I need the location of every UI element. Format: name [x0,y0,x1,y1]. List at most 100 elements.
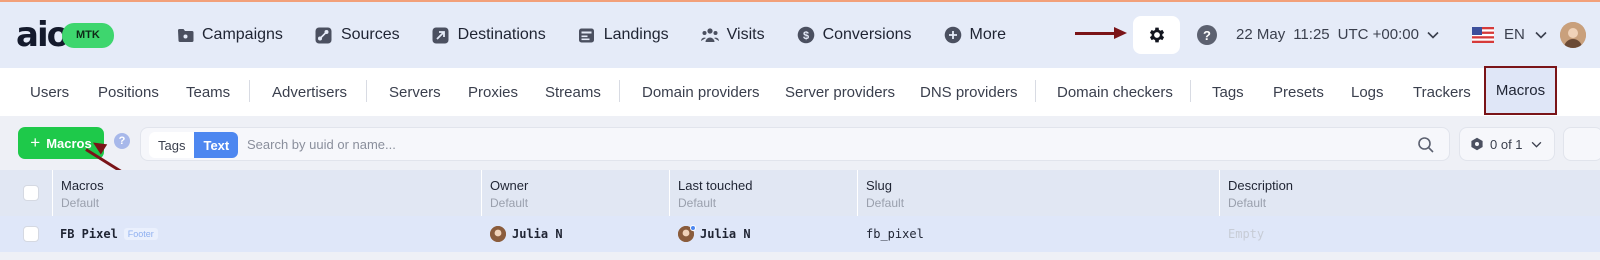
tab-trackers[interactable]: Trackers [1413,68,1471,116]
column-header-last-touched[interactable]: Last touched Default [669,170,857,216]
tab-server-providers[interactable]: Server providers [785,68,895,116]
list-toolbar: + Macros ? Tags Text 0 of 1 [0,116,1600,170]
gear-icon [1149,27,1164,43]
nav-landings[interactable]: Landings [578,26,669,44]
pagination-selector[interactable]: 0 of 1 [1459,127,1555,161]
settings-button[interactable] [1133,16,1180,54]
tab-tags[interactable]: Tags [1212,68,1244,116]
search-icon[interactable] [1417,136,1435,154]
column-subtitle: Default [490,196,529,210]
tab-positions[interactable]: Positions [98,68,159,116]
add-button-label: Macros [46,135,92,151]
column-header-description[interactable]: Description Default [1219,170,1600,216]
chevron-down-icon [1535,31,1547,39]
hexagon-icon [1471,137,1483,151]
search-input[interactable] [247,134,1397,154]
column-header-owner[interactable]: Owner Default [481,170,669,216]
tab-presets[interactable]: Presets [1273,68,1324,116]
tab-divider [1190,80,1191,102]
column-title: Description [1228,178,1294,193]
arrow-out-icon [432,26,450,44]
plus-icon: + [30,133,41,152]
macro-name: FB Pixel [60,227,118,241]
user-avatar [678,225,696,242]
tab-servers[interactable]: Servers [389,68,441,116]
column-subtitle: Default [61,196,100,210]
clock-timezone: UTC +00:00 [1337,26,1419,43]
nav-sources[interactable]: Sources [315,26,400,44]
plus-circle-icon [944,26,962,44]
column-header-macros[interactable]: Macros Default [52,170,480,216]
column-title: Slug [866,178,893,193]
tab-proxies[interactable]: Proxies [468,68,518,116]
last-touched-name: Julia N [700,227,751,241]
main-nav: Campaigns Sources Destinations Landings … [176,22,1038,48]
user-avatar [490,226,506,242]
cell-macro-name[interactable]: FB Pixel Footer [60,216,158,252]
nav-campaigns[interactable]: Campaigns [176,26,283,44]
tab-domain-checkers[interactable]: Domain checkers [1057,68,1173,116]
clock-time: 11:25 [1293,26,1330,43]
logo-wordmark: aio [16,15,70,55]
landing-icon [578,26,596,44]
search-mode-tags[interactable]: Tags [149,132,194,158]
annotation-arrow-line [1075,32,1117,35]
nav-label: Destinations [457,26,546,43]
nav-label: Sources [340,26,400,43]
select-all-checkbox[interactable] [23,185,39,201]
search-mode-text[interactable]: Text [194,132,239,158]
tab-dns-providers[interactable]: DNS providers [920,68,1018,116]
tab-divider [366,80,367,102]
tab-logs[interactable]: Logs [1351,68,1384,116]
search-bar: Tags Text [140,127,1450,161]
column-title: Last touched [678,178,753,193]
logo-badge: MTK [61,22,114,48]
nav-conversions[interactable]: $ Conversions [797,26,912,44]
language-selector[interactable]: EN [1472,26,1547,43]
cell-slug: fb_pixel [866,227,924,241]
column-subtitle: Default [866,196,905,210]
help-button[interactable]: ? [1197,25,1217,45]
top-navigation-bar: aio MTK Campaigns Sources Destinations L… [0,0,1600,68]
tab-users[interactable]: Users [30,68,69,116]
chevron-down-icon [1427,31,1439,39]
tab-macros[interactable]: Macros [1484,66,1557,115]
cell-last-touched: Julia N [678,216,751,252]
nav-label: More [969,26,1006,43]
tab-domain-providers[interactable]: Domain providers [642,68,760,116]
annotation-arrow-head [1114,27,1127,39]
settings-tabs: Users Positions Teams Advertisers Server… [0,68,1600,116]
dollar-badge-icon: $ [797,26,815,44]
nav-label: Conversions [822,26,912,43]
table-row[interactable]: FB Pixel Footer Julia N Julia N fb_pixel… [0,216,1600,252]
cell-owner: Julia N [490,216,563,252]
user-avatar[interactable] [1560,22,1586,48]
svg-text:$: $ [803,30,809,42]
language-label: EN [1504,26,1525,43]
cell-description: Empty [1228,227,1265,241]
table-header: Macros Default Owner Default Last touche… [0,170,1600,216]
toolbar-extra-button[interactable] [1563,127,1600,161]
help-hint-icon[interactable]: ? [114,133,130,149]
question-icon: ? [1203,27,1211,43]
tab-advertisers[interactable]: Advertisers [272,68,347,116]
tab-streams[interactable]: Streams [545,68,601,116]
users-icon [700,26,719,44]
nav-more[interactable]: More [944,26,1006,44]
online-status-dot [690,225,696,231]
column-header-slug[interactable]: Slug Default [857,170,1219,216]
timezone-clock[interactable]: 22 May 11:25 UTC +00:00 [1236,26,1439,43]
row-checkbox[interactable] [23,226,39,242]
nav-destinations[interactable]: Destinations [432,26,546,44]
search-mode-toggle: Tags Text [149,132,239,158]
column-title: Macros [61,178,104,193]
tab-divider [619,80,620,102]
nav-visits[interactable]: Visits [700,26,765,44]
nav-label: Visits [726,26,765,43]
column-subtitle: Default [1228,196,1267,210]
tab-divider [249,80,250,102]
tab-divider [1035,80,1036,102]
app-logo[interactable]: aio MTK [16,15,114,55]
nav-label: Landings [603,26,669,43]
tab-teams[interactable]: Teams [186,68,230,116]
